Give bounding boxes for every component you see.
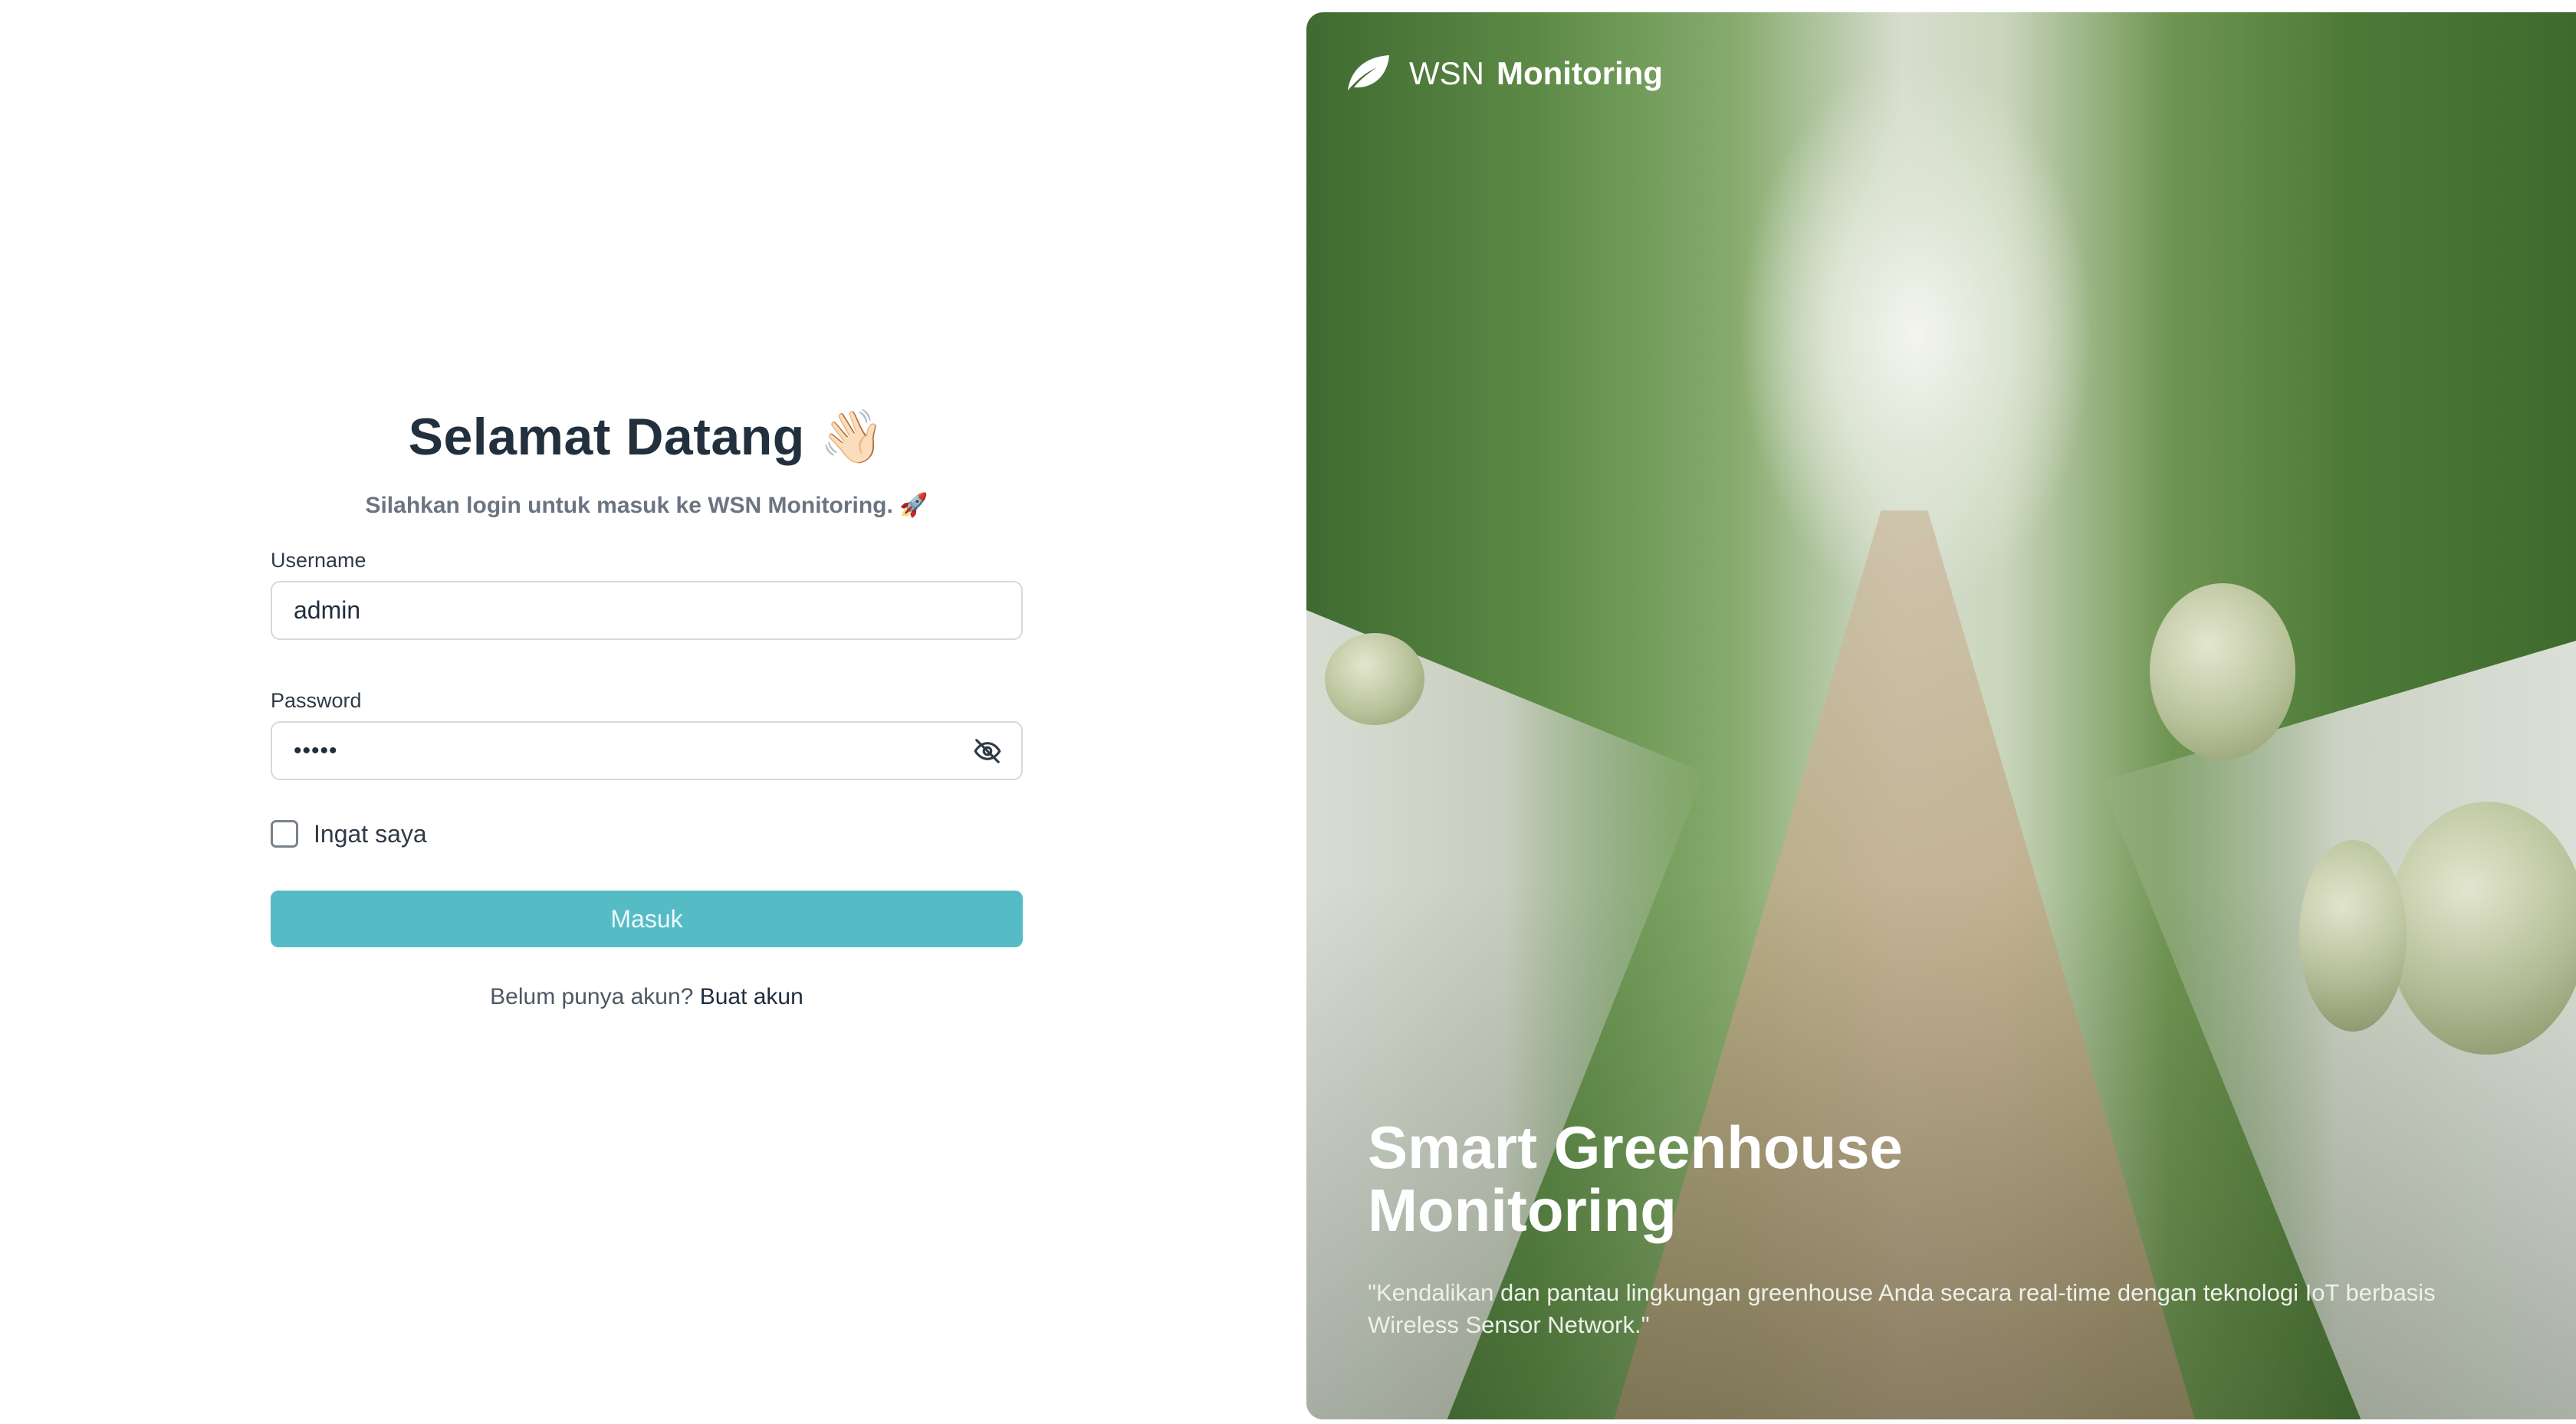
password-value: •••••: [294, 737, 338, 763]
melon-image: [1325, 633, 1424, 725]
password-input[interactable]: •••••: [271, 721, 1023, 780]
create-account-link[interactable]: Buat akun: [700, 984, 803, 1009]
signup-text: Belum punya akun?: [490, 984, 694, 1009]
page-subtitle: Silahkan login untuk masuk ke WSN Monito…: [365, 493, 928, 518]
hero-title-line1: Smart Greenhouse: [1368, 1114, 1903, 1181]
hero-title-line2: Monitoring: [1368, 1176, 1677, 1244]
password-label: Password: [271, 689, 362, 712]
remember-checkbox[interactable]: [271, 820, 298, 848]
username-input[interactable]: admin: [271, 581, 1023, 640]
melon-image: [2150, 583, 2295, 760]
username-value: admin: [294, 596, 361, 624]
login-form: Selamat Datang 👋🏻 Silahkan login untuk m…: [271, 399, 1023, 1010]
leaf-icon: [1348, 55, 1389, 90]
hero-panel: WSN Monitoring Smart Greenhouse Monitori…: [1306, 12, 2576, 1419]
login-button[interactable]: Masuk: [271, 891, 1023, 947]
brand-logo: WSN Monitoring: [1343, 52, 1663, 95]
hero-title: Smart Greenhouse Monitoring: [1368, 1116, 2058, 1242]
hero-quote: "Kendalikan dan pantau lingkungan greenh…: [1368, 1279, 2436, 1338]
signup-prompt: Belum punya akun? Buat akun: [271, 984, 1023, 1010]
brand-name: Monitoring: [1497, 55, 1663, 91]
brand-wsn: WSN: [1409, 55, 1484, 91]
remember-me[interactable]: Ingat saya: [271, 819, 1023, 849]
remember-label: Ingat saya: [314, 819, 427, 848]
page-title: Selamat Datang 👋🏻: [408, 408, 886, 466]
username-label: Username: [271, 549, 366, 572]
eye-slash-icon[interactable]: [972, 736, 1003, 766]
login-page: Selamat Datang 👋🏻 Silahkan login untuk m…: [0, 0, 2576, 1424]
